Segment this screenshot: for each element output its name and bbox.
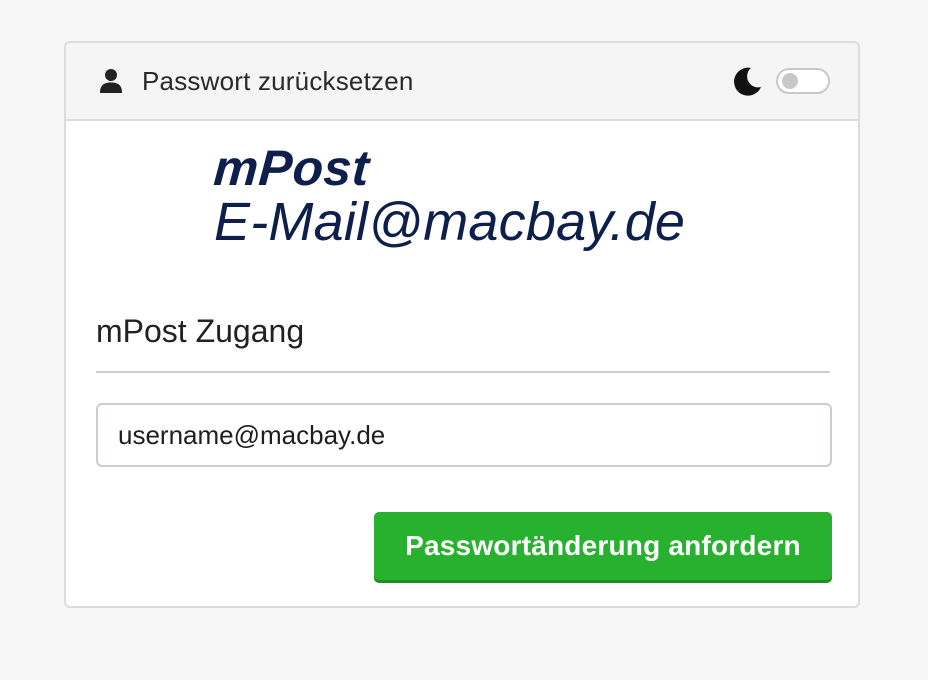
password-reset-panel: Passwort zurücksetzen mPost E-Mail@macba… bbox=[64, 41, 860, 608]
user-icon bbox=[98, 68, 124, 94]
logo-brand: mPost bbox=[212, 140, 372, 196]
dark-mode-toggle[interactable] bbox=[776, 68, 830, 94]
logo-domain: E-Mail@macbay.de bbox=[214, 192, 686, 252]
request-password-change-button[interactable]: Passwortänderung anfordern bbox=[374, 512, 832, 580]
toggle-knob bbox=[782, 73, 798, 89]
divider bbox=[96, 371, 830, 373]
username-input[interactable] bbox=[96, 403, 832, 467]
panel-header: Passwort zurücksetzen bbox=[66, 43, 858, 121]
section-title: mPost Zugang bbox=[96, 313, 305, 349]
panel-title: Passwort zurücksetzen bbox=[142, 65, 414, 96]
mpost-logo: mPost E-Mail@macbay.de bbox=[212, 140, 686, 252]
moon-icon bbox=[730, 64, 764, 98]
